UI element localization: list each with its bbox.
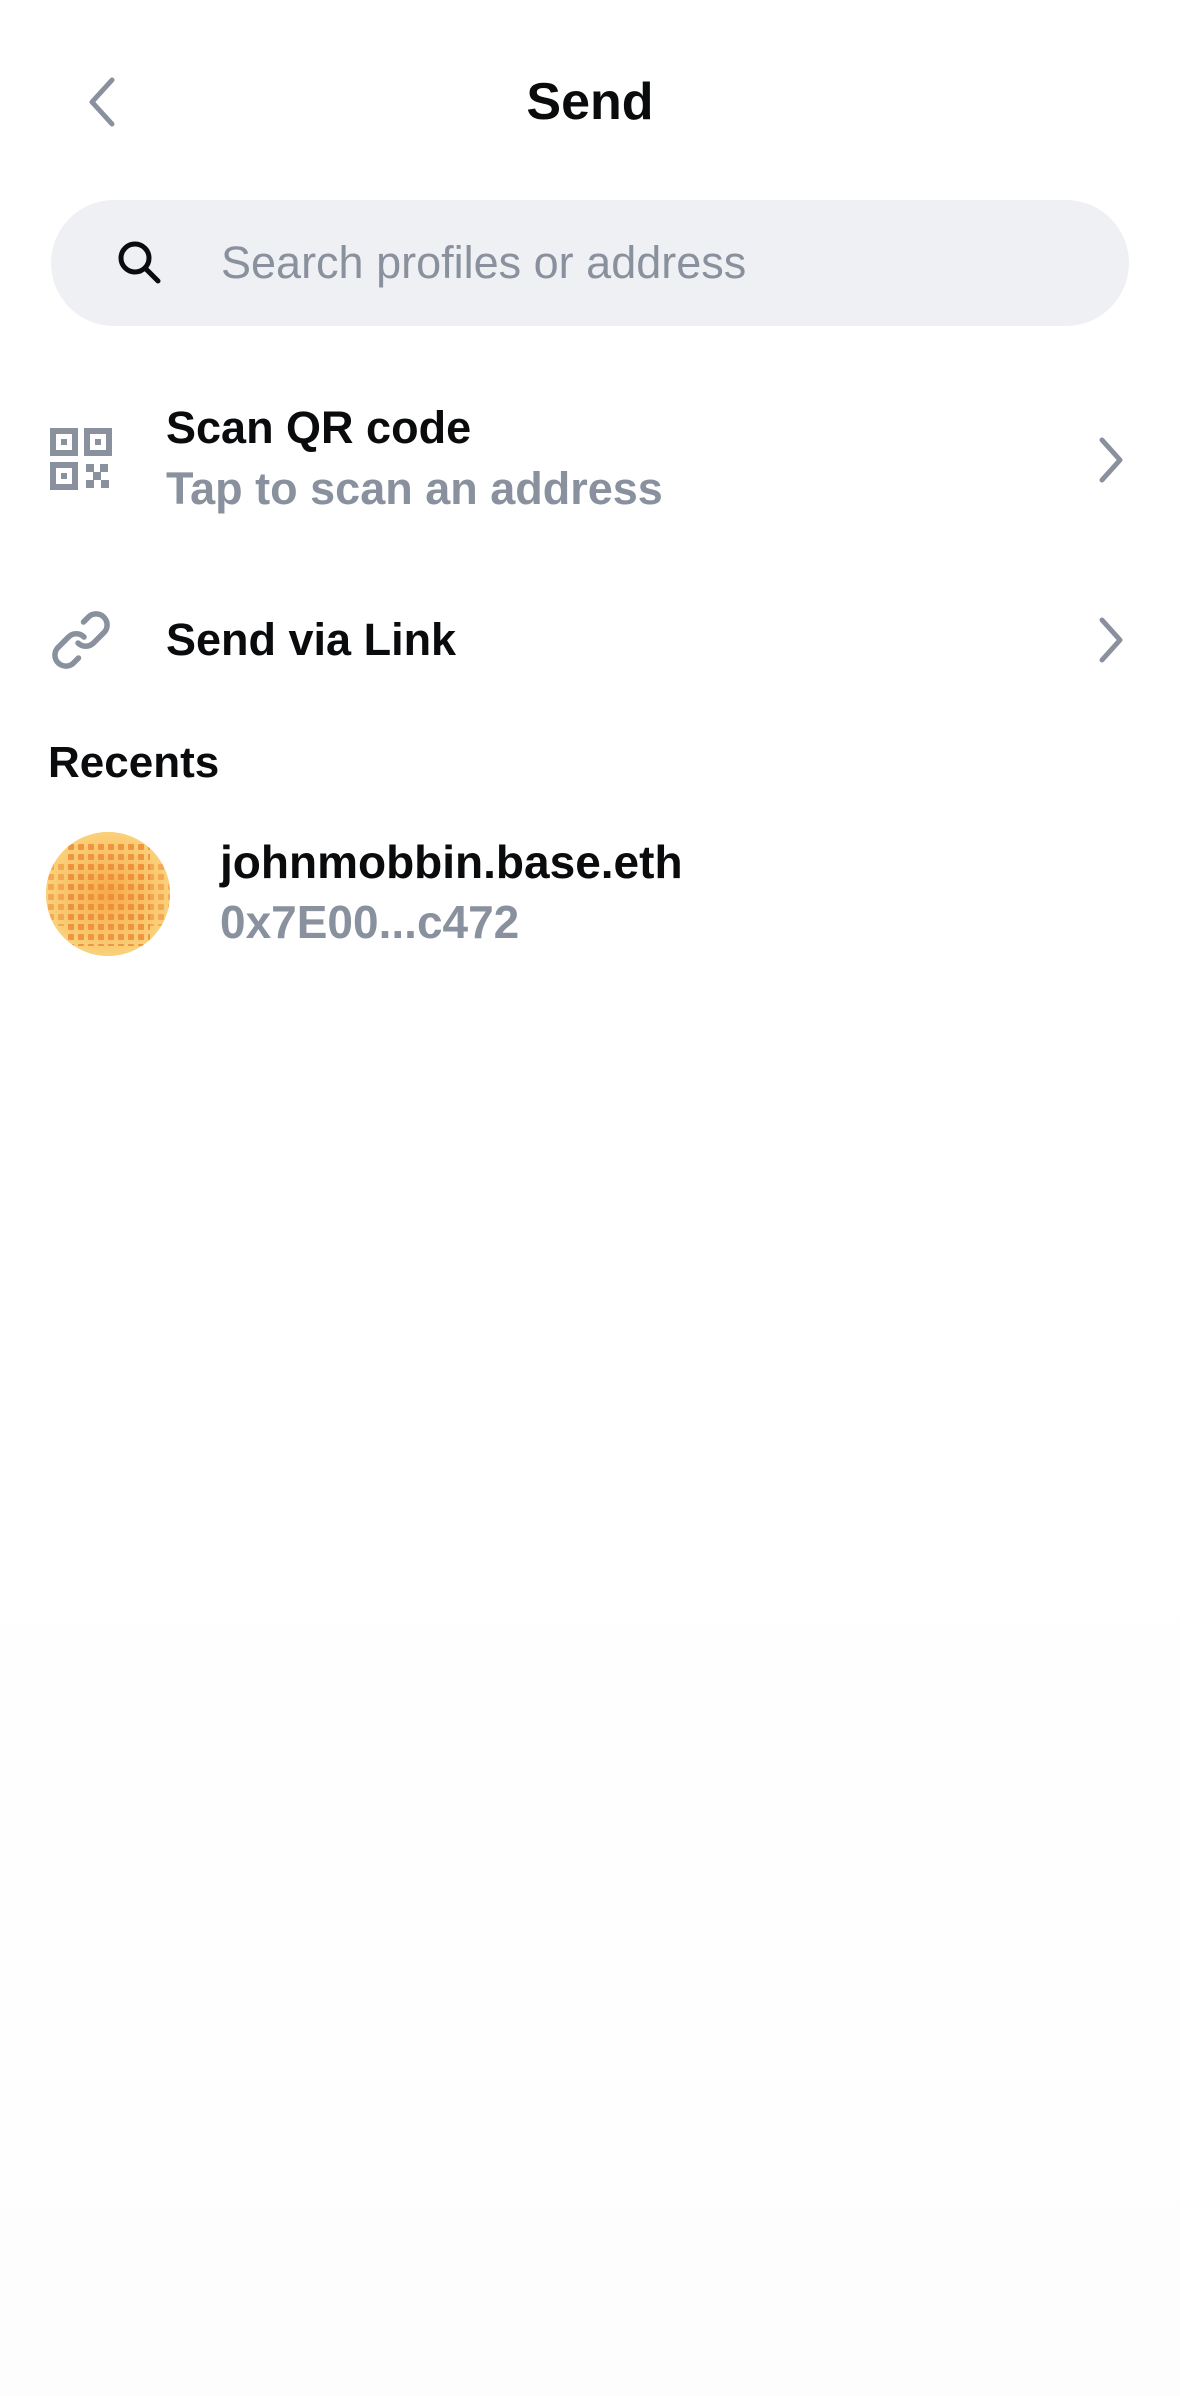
send-via-link-title: Send via Link — [166, 614, 457, 665]
recent-contact-row[interactable]: johnmobbin.base.eth 0x7E00...c472 — [0, 820, 1180, 970]
scan-qr-title: Scan QR code — [166, 402, 472, 453]
avatar — [46, 832, 170, 956]
chevron-right-icon — [1099, 617, 1123, 663]
send-screen: Send Scan QR — [0, 0, 1180, 2396]
search-icon — [118, 241, 161, 284]
chevron-right-icon — [1099, 437, 1123, 483]
search-bar[interactable] — [51, 200, 1129, 326]
search-input[interactable] — [221, 200, 1081, 326]
qr-code-icon — [50, 428, 112, 490]
recent-contact-address: 0x7E00...c472 — [220, 896, 520, 948]
recents-title: Recents — [48, 738, 220, 787]
page-title: Send — [526, 73, 654, 131]
scan-qr-subtitle: Tap to scan an address — [166, 463, 663, 514]
header: Send — [0, 0, 1180, 200]
scan-qr-code-option[interactable]: Scan QR code Tap to scan an address — [0, 395, 1180, 525]
link-icon — [52, 611, 110, 669]
recent-contact-name: johnmobbin.base.eth — [220, 836, 683, 888]
send-via-link-option[interactable]: Send via Link — [0, 590, 1180, 690]
